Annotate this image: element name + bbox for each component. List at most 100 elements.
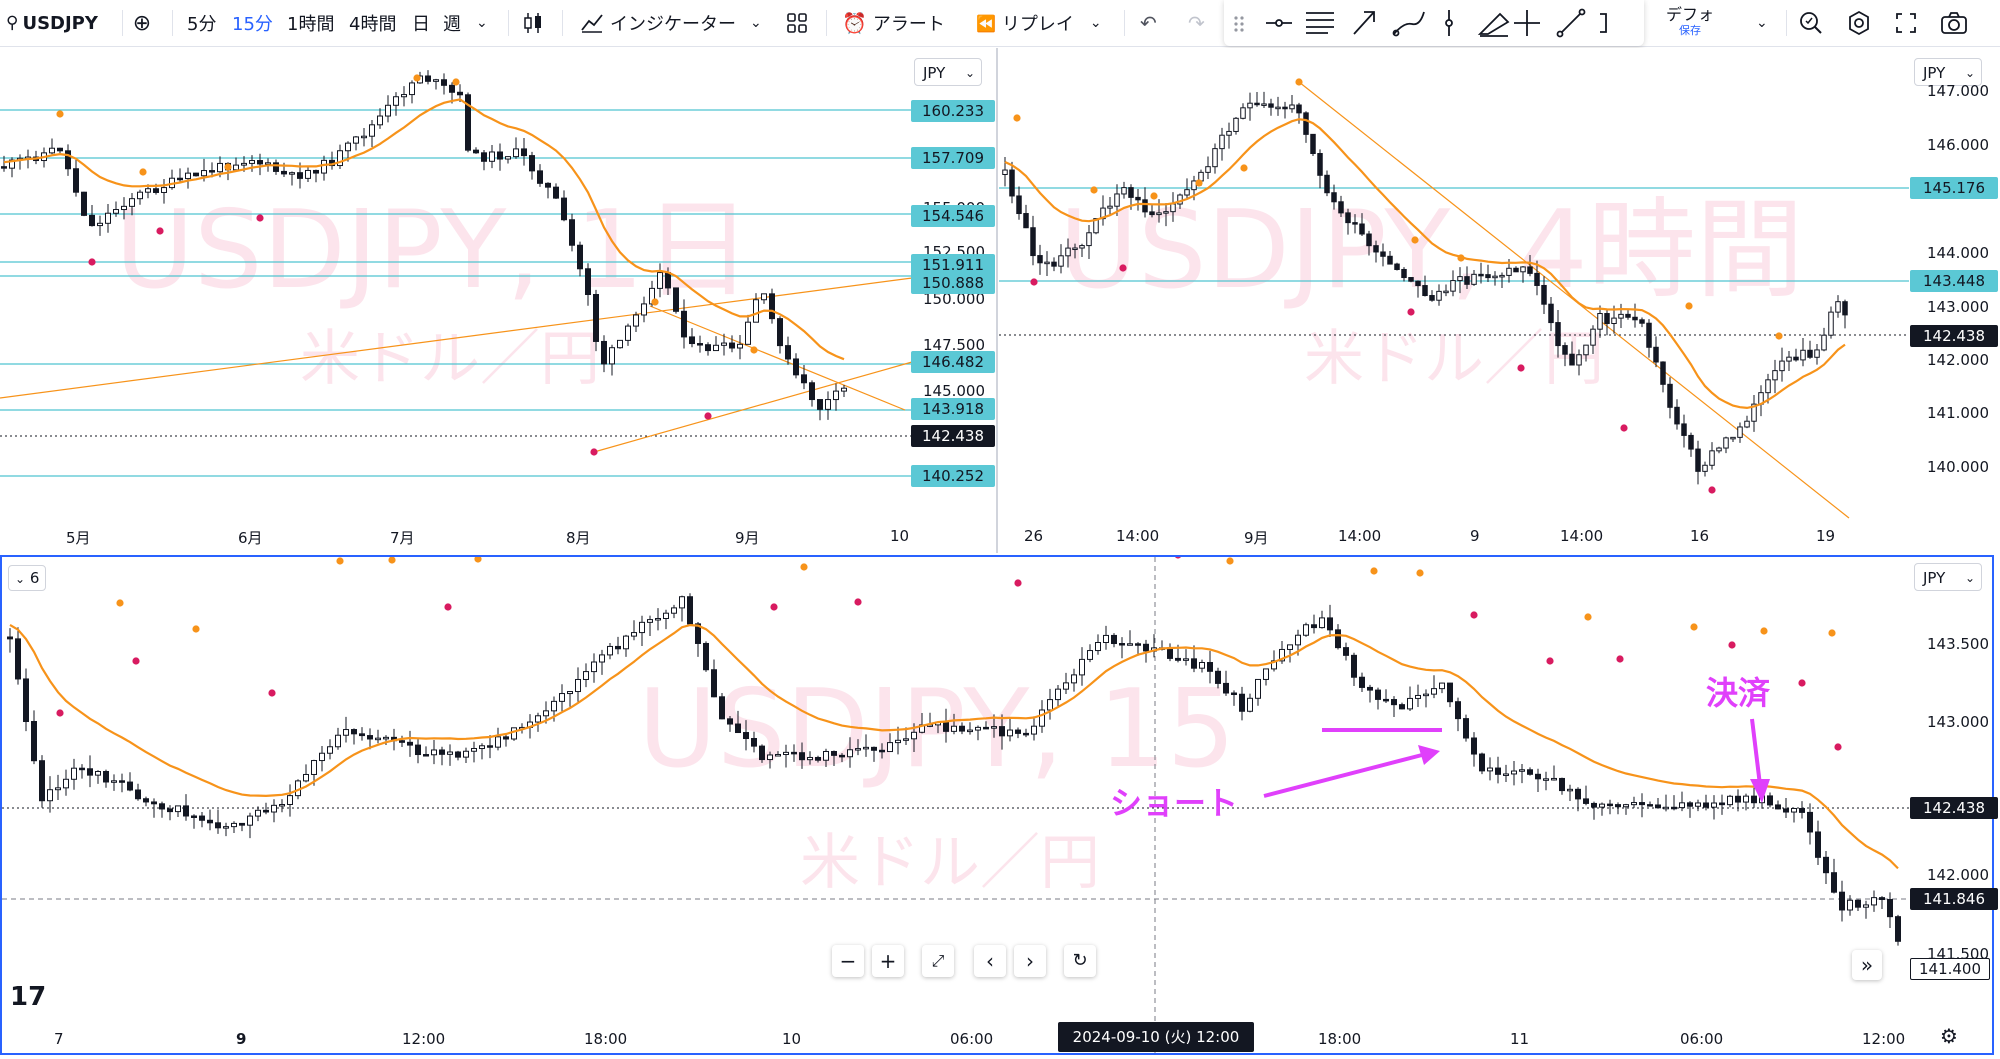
interval-1d[interactable]: 日 — [412, 0, 430, 46]
reset-scale-button[interactable]: ⤢ — [922, 945, 954, 977]
candle-body — [1289, 104, 1295, 110]
h4-price-tick: 142.000 — [1926, 351, 1990, 369]
pivot-marker — [88, 258, 96, 266]
candle-body — [801, 374, 807, 384]
gear-icon: ⚙ — [1940, 1024, 1958, 1048]
chart-pane-daily[interactable]: USDJPY, 1日 米ドル／円 JPY ⌄ — [0, 48, 995, 551]
candles-style-button[interactable] — [522, 0, 544, 46]
candle-body — [1625, 313, 1631, 318]
pivot-marker — [1457, 254, 1465, 262]
compare-add-button[interactable]: ⊕ — [128, 0, 156, 46]
candle-body — [79, 767, 85, 771]
fullscreen-button[interactable] — [1894, 0, 1918, 46]
alert-button[interactable]: ⏰ アラート — [842, 0, 945, 46]
settings-button[interactable] — [1846, 0, 1872, 46]
candle-body — [887, 742, 893, 753]
candle-body — [1268, 103, 1274, 108]
indicator-legend-toggle[interactable]: ⌄ 6 — [8, 565, 47, 591]
indicator-count: 6 — [29, 569, 40, 587]
candle-body — [311, 760, 317, 775]
indicators-button[interactable]: インジケーター ⌄ — [580, 0, 762, 46]
candle-body — [1335, 629, 1341, 649]
candle-body — [273, 162, 279, 172]
candle-body — [735, 723, 741, 734]
candle-body — [119, 780, 125, 783]
candle-body — [423, 754, 429, 757]
candle-body — [855, 748, 861, 751]
candle-body — [1, 166, 7, 169]
chart-pane-4h[interactable]: USDJPY, 4時間 米ドル／円 JPY ⌄ — [999, 48, 2000, 551]
redo-button[interactable]: ↷ — [1188, 0, 1205, 46]
candle-body — [489, 151, 495, 162]
candle-body — [1009, 169, 1015, 197]
candle-body — [823, 750, 829, 761]
m15-currency-select[interactable]: JPY ⌄ — [1914, 563, 1982, 591]
search-icon: ⚲ — [6, 13, 19, 33]
candle-body — [1401, 268, 1407, 279]
candle-body — [1447, 682, 1453, 703]
candle-body — [1071, 674, 1077, 684]
candle-body — [375, 737, 381, 741]
candle-body — [1239, 693, 1245, 712]
candle-body — [23, 678, 29, 723]
chevron-down-icon: ⌄ — [964, 66, 975, 80]
candle-body — [505, 156, 511, 160]
candle-body — [1604, 313, 1610, 325]
daily-level-label: 150.888 — [911, 272, 995, 294]
candle-body — [1380, 251, 1386, 257]
snapshot-button[interactable] — [1940, 0, 1968, 46]
candle-body — [113, 209, 119, 214]
scroll-right-button[interactable]: › — [1014, 945, 1046, 977]
candle-body — [1457, 276, 1463, 282]
undo-button[interactable]: ↶ — [1140, 0, 1157, 46]
layout-save-button[interactable]: デフォ 保存 — [1666, 0, 1714, 46]
interval-4h[interactable]: 4時間 — [349, 0, 396, 46]
timezone-settings-button[interactable]: ⚙ — [1940, 1024, 1958, 1048]
candle-body — [1495, 767, 1501, 775]
candle-body — [359, 733, 365, 737]
daily-currency-select[interactable]: JPY ⌄ — [914, 58, 982, 86]
candle-body — [1814, 349, 1820, 358]
candle-body — [1793, 356, 1799, 361]
h4-current-price: 142.438 — [1910, 325, 1998, 347]
scroll-to-realtime-button[interactable]: » — [1852, 950, 1882, 980]
interval-dropdown-icon[interactable]: ⌄ — [476, 0, 488, 46]
zoom-in-button[interactable]: + — [872, 945, 904, 977]
candle-body — [449, 84, 455, 93]
zoom-out-button[interactable]: − — [832, 945, 864, 977]
candle-body — [1527, 769, 1533, 775]
drawing-toolbar — [1224, 0, 1644, 46]
layouts-button[interactable] — [786, 0, 808, 46]
layout-dropdown-icon[interactable]: ⌄ — [1756, 0, 1768, 46]
candle-body — [903, 738, 909, 741]
candle-body — [1231, 692, 1237, 696]
candle-body — [1375, 689, 1381, 700]
quick-search-button[interactable] — [1798, 0, 1824, 46]
replay-button[interactable]: ⏪ リプレイ ⌄ — [976, 0, 1102, 46]
candle-body — [1559, 777, 1565, 792]
candle-body — [313, 169, 319, 174]
interval-5m[interactable]: 5分 — [187, 0, 216, 46]
chart-pane-15m[interactable]: USDJPY, 15 米ドル／円 ⌄ 6 JPY ⌄ — [2, 557, 1992, 1053]
daily-time-label: 8月 — [566, 529, 591, 547]
candle-body — [231, 822, 237, 828]
m15-chart-canvas — [2, 557, 1912, 1053]
candle-body — [703, 642, 709, 671]
candle-body — [1247, 697, 1253, 712]
pane-divider-vertical[interactable] — [996, 48, 998, 553]
reset-chart-button[interactable]: ↻ — [1064, 945, 1096, 977]
candle-body — [1847, 899, 1853, 911]
interval-1h[interactable]: 1時間 — [287, 0, 334, 46]
interval-1w[interactable]: 週 — [443, 0, 461, 46]
candle-body — [1534, 272, 1540, 286]
interval-15m[interactable]: 15分 — [232, 0, 273, 46]
candle-body — [1735, 795, 1741, 803]
symbol-search-button[interactable]: ⚲ USDJPY — [6, 0, 98, 46]
chevron-down-icon: ⌄ — [1964, 571, 1975, 585]
candle-body — [503, 736, 509, 740]
pivot-marker — [56, 709, 64, 717]
candle-body — [529, 155, 535, 172]
pivot-marker — [590, 448, 598, 456]
scroll-left-button[interactable]: ‹ — [974, 945, 1006, 977]
candle-body — [209, 170, 215, 173]
